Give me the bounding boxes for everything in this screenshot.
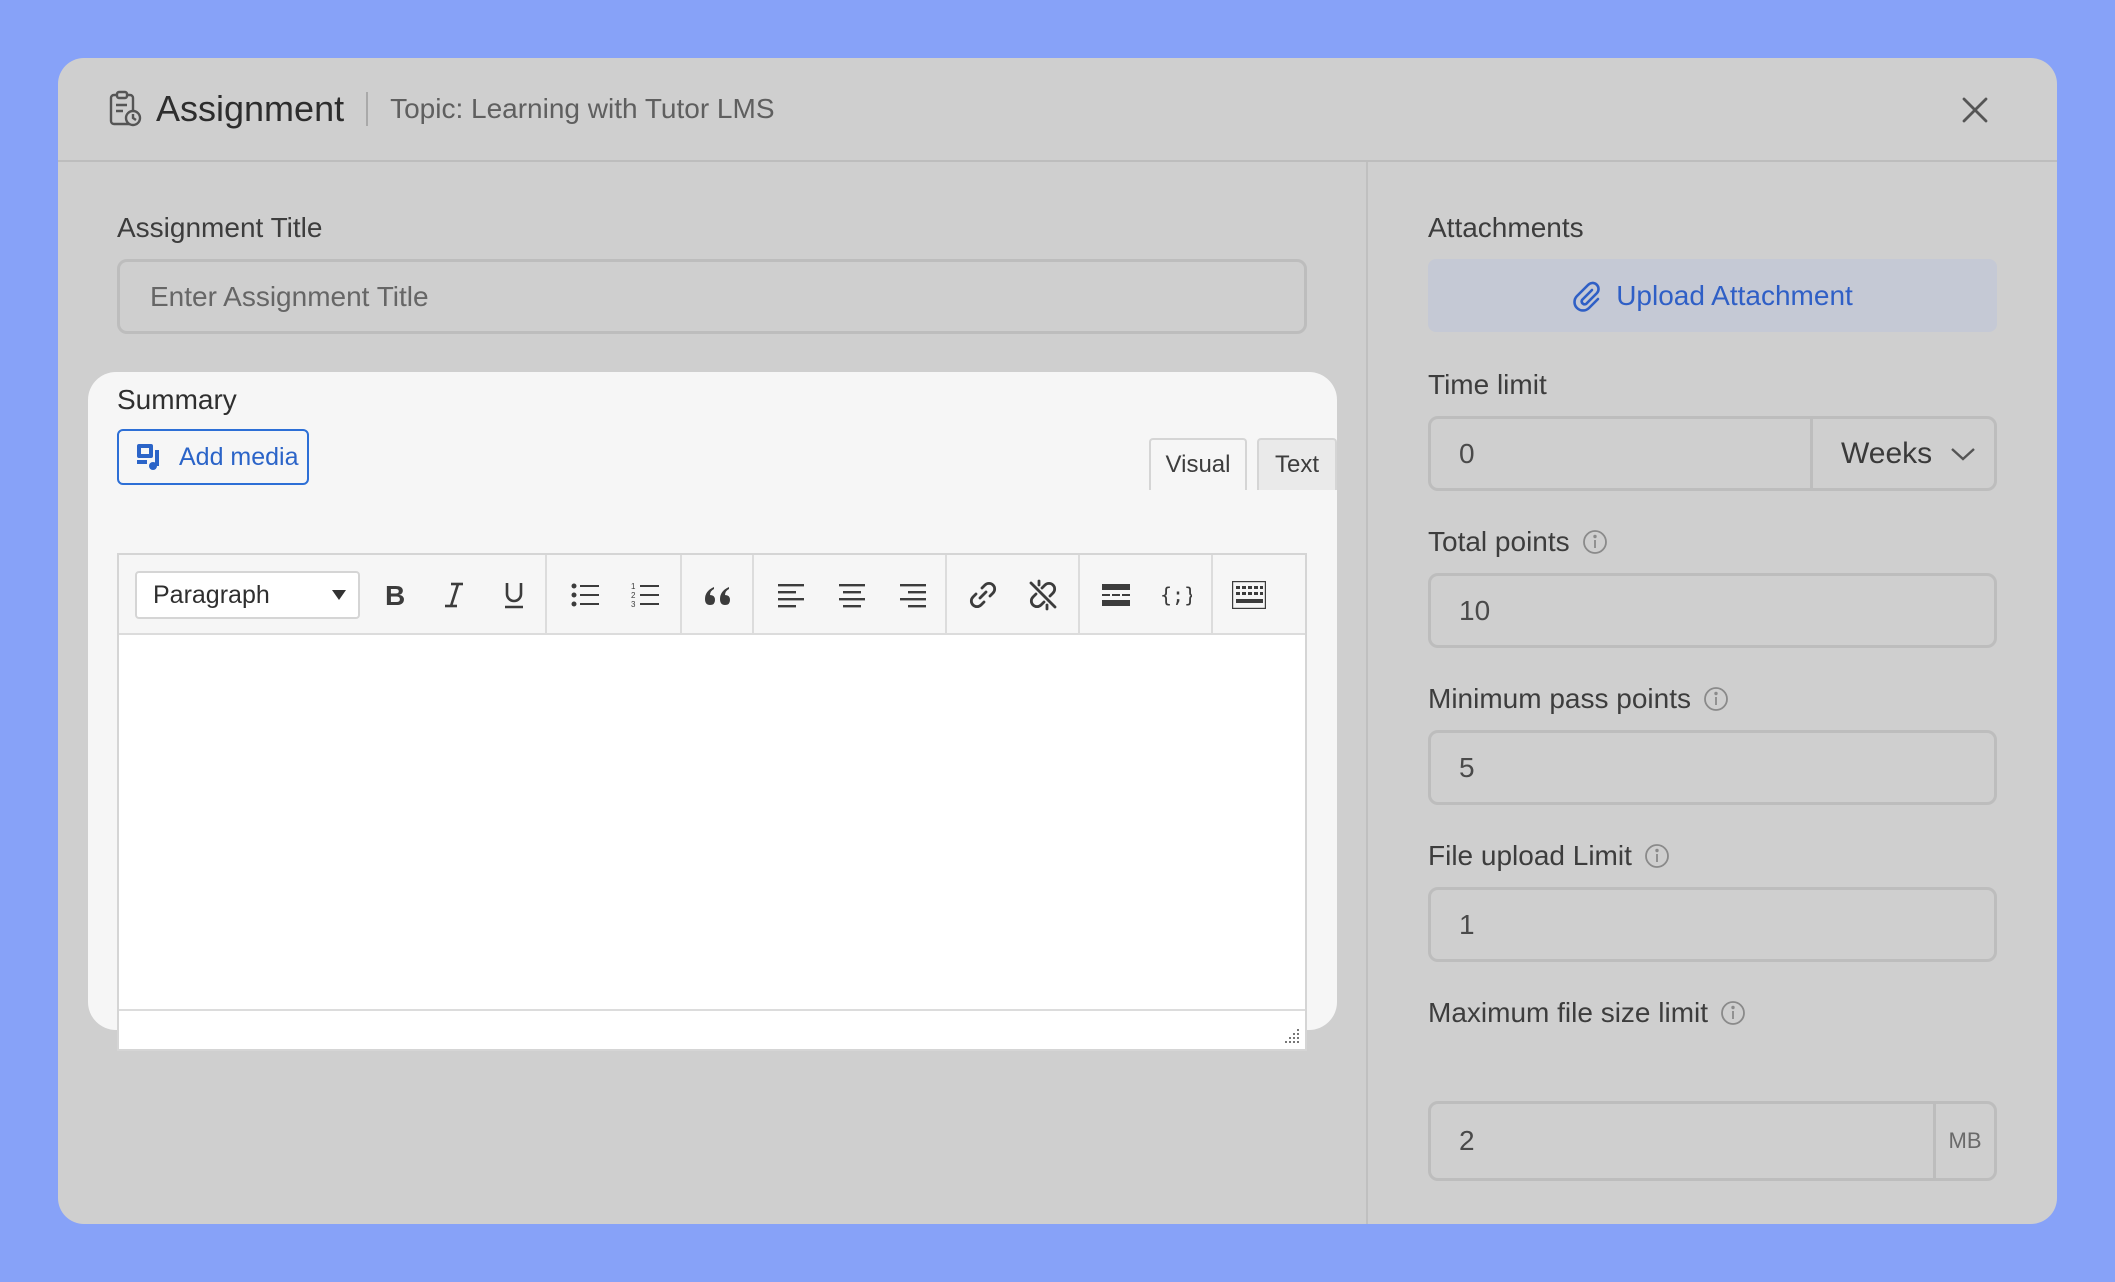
assignment-title-label: Assignment Title — [117, 212, 323, 243]
svg-text:{;}: {;} — [1160, 583, 1192, 607]
paperclip-icon — [1573, 281, 1600, 312]
toolbar-group-link — [947, 555, 1080, 635]
time-unit-value: Weeks — [1841, 436, 1933, 470]
numbered-list-button[interactable]: 123 — [615, 555, 675, 635]
add-media-label: Add media — [179, 442, 299, 471]
unlink-icon — [1029, 579, 1057, 611]
keyboard-icon — [1232, 581, 1266, 609]
max-size-label-row: Maximum file size limit — [1428, 997, 1746, 1029]
editor-content-area[interactable] — [119, 635, 1305, 1013]
align-center-icon — [839, 584, 865, 608]
shortcode-icon: {;} — [1160, 583, 1192, 607]
tab-text[interactable]: Text — [1257, 438, 1337, 490]
file-upload-label: File upload Limit — [1428, 840, 1632, 871]
add-media-button[interactable]: Add media — [117, 429, 309, 485]
bold-icon: B — [385, 582, 405, 608]
resize-handle-icon[interactable] — [1283, 1027, 1301, 1045]
svg-text:1: 1 — [631, 582, 636, 591]
attachments-label: Attachments — [1428, 212, 1584, 243]
chevron-down-icon — [1951, 447, 1975, 461]
add-media-icon — [137, 444, 159, 470]
assignment-modal: Assignment Topic: Learning with Tutor LM… — [58, 58, 2057, 1224]
svg-text:3: 3 — [631, 600, 636, 609]
summary-label: Summary — [117, 384, 237, 415]
modal-title: Assignment — [156, 88, 345, 129]
align-right-button[interactable] — [882, 555, 942, 635]
min-pass-label: Minimum pass points — [1428, 683, 1691, 714]
total-points-label-row: Total points — [1428, 526, 1608, 558]
upload-attachment-button[interactable]: Upload Attachment — [1428, 259, 1997, 332]
align-left-button[interactable] — [762, 555, 822, 635]
svg-text:B: B — [385, 582, 405, 608]
read-more-icon — [1102, 584, 1130, 606]
info-icon[interactable] — [1644, 843, 1670, 869]
upload-attachment-label: Upload Attachment — [1616, 279, 1853, 311]
italic-icon — [445, 582, 463, 608]
format-select[interactable]: Paragraph — [135, 571, 360, 619]
toolbar-group-format: B — [364, 555, 547, 635]
editor-toolbar: Paragraph B 123 {; — [119, 555, 1305, 635]
close-button[interactable] — [1953, 88, 1997, 132]
assignment-title-input[interactable]: Enter Assignment Title — [117, 259, 1307, 334]
read-more-button[interactable] — [1086, 555, 1146, 635]
file-upload-label-row: File upload Limit — [1428, 840, 1670, 872]
align-left-icon — [778, 584, 804, 608]
underline-button[interactable] — [484, 555, 544, 635]
insert-link-button[interactable] — [953, 555, 1013, 635]
column-divider — [1366, 162, 1368, 1224]
toolbar-group-quote — [682, 555, 754, 635]
max-size-unit: MB — [1933, 1101, 1997, 1181]
toolbar-group-insert: {;} — [1080, 555, 1213, 635]
toolbar-toggle-button[interactable] — [1219, 555, 1279, 635]
rich-text-editor: Paragraph B 123 {; — [117, 553, 1307, 1051]
time-limit-label: Time limit — [1428, 369, 1547, 400]
editor-statusbar — [119, 1009, 1305, 1049]
remove-link-button[interactable] — [1013, 555, 1073, 635]
format-select-value: Paragraph — [153, 580, 270, 609]
close-icon — [1962, 97, 1988, 123]
bullet-list-button[interactable] — [555, 555, 615, 635]
max-size-input[interactable]: 2 — [1428, 1101, 1936, 1181]
tab-visual[interactable]: Visual — [1149, 438, 1247, 490]
align-center-button[interactable] — [822, 555, 882, 635]
bullet-list-icon — [571, 583, 599, 607]
toolbar-group-align — [754, 555, 947, 635]
info-icon[interactable] — [1703, 686, 1729, 712]
min-pass-input[interactable]: 5 — [1428, 730, 1997, 805]
assignment-clipboard-icon — [108, 89, 144, 129]
toolbar-group-toggle — [1213, 555, 1285, 635]
time-unit-select[interactable]: Weeks — [1810, 416, 1997, 491]
info-icon[interactable] — [1720, 1000, 1746, 1026]
svg-text:2: 2 — [631, 591, 636, 600]
shortcode-button[interactable]: {;} — [1146, 555, 1206, 635]
file-upload-input[interactable]: 1 — [1428, 887, 1997, 962]
align-right-icon — [900, 584, 926, 608]
total-points-input[interactable]: 10 — [1428, 573, 1997, 648]
total-points-label: Total points — [1428, 526, 1570, 557]
numbered-list-icon: 123 — [631, 582, 659, 609]
underline-icon — [505, 583, 523, 609]
min-pass-label-row: Minimum pass points — [1428, 683, 1729, 715]
info-icon[interactable] — [1582, 529, 1608, 555]
link-icon — [969, 581, 997, 609]
blockquote-button[interactable] — [687, 555, 747, 635]
max-size-label: Maximum file size limit — [1428, 997, 1709, 1028]
modal-header: Assignment Topic: Learning with Tutor LM… — [58, 58, 2057, 162]
topic-breadcrumb: Topic: Learning with Tutor LMS — [390, 93, 775, 124]
bold-button[interactable]: B — [364, 555, 424, 635]
header-separator — [366, 92, 369, 126]
time-limit-input[interactable]: 0 — [1428, 416, 1813, 491]
toolbar-group-lists: 123 — [547, 555, 682, 635]
blockquote-icon — [705, 587, 730, 605]
caret-down-icon — [332, 590, 346, 600]
italic-button[interactable] — [424, 555, 484, 635]
